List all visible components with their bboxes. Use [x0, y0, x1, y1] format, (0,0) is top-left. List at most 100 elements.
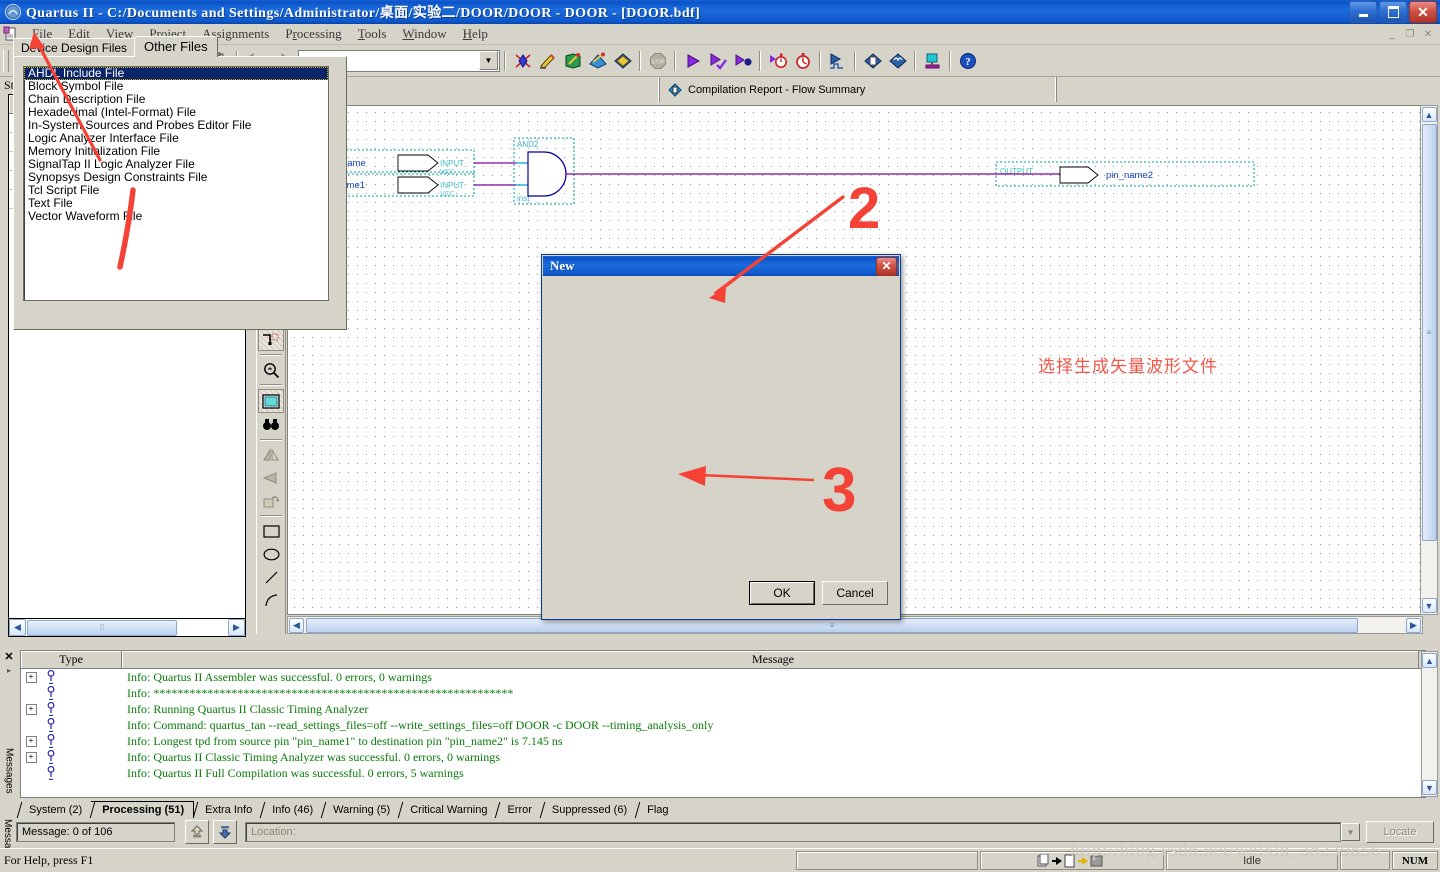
chevron-down-icon[interactable]: ▼	[1341, 823, 1360, 841]
palette-separator	[260, 354, 282, 356]
chevron-right-icon[interactable]: ▸	[7, 666, 11, 675]
flip-horizontal-icon[interactable]	[259, 444, 283, 466]
analyze-synthesis-icon[interactable]	[535, 49, 560, 73]
message-previous-button[interactable]	[185, 820, 209, 844]
chevron-down-icon[interactable]: ▼	[479, 51, 498, 70]
scroll-right-button[interactable]: ▶	[1406, 617, 1421, 633]
tab-error[interactable]: Error	[496, 802, 540, 818]
status-horizontal-scrollbar[interactable]: ◀ ⁞⁞ ▶	[8, 618, 246, 637]
menu-tools[interactable]: Tools	[350, 26, 395, 42]
scrollbar-thumb[interactable]: ⁞⁞	[27, 619, 177, 636]
message-next-button[interactable]	[213, 820, 237, 844]
tab-info[interactable]: Info (46)	[261, 802, 322, 818]
expand-toggle[interactable]: +	[21, 671, 41, 683]
num-lock-indicator: NUM	[1392, 851, 1438, 870]
close-button[interactable]: ✕	[1409, 1, 1437, 23]
minimize-button[interactable]	[1349, 1, 1377, 23]
ok-button[interactable]: OK	[749, 581, 815, 605]
dialog-title: New	[550, 258, 575, 273]
list-item[interactable]: Vector Waveform File	[24, 210, 328, 223]
programmer-icon[interactable]	[610, 49, 635, 73]
flip-vertical-icon[interactable]	[259, 467, 283, 489]
tab-other-files[interactable]: Other Files	[134, 36, 218, 57]
tab-flag[interactable]: Flag	[636, 802, 677, 818]
table-row[interactable]: + Info: Longest tpd from source pin "pin…	[21, 733, 1425, 749]
tab-critical-warning[interactable]: Critical Warning	[399, 802, 496, 818]
tab-suppressed[interactable]: Suppressed (6)	[541, 802, 636, 818]
run-icon[interactable]	[680, 49, 705, 73]
input-label-2: INPUT	[440, 181, 464, 190]
rtl-viewer-icon[interactable]	[860, 49, 885, 73]
tab-compilation-report[interactable]: Compilation Report - Flow Summary	[660, 77, 1057, 102]
status-cell-blank	[796, 851, 978, 870]
scroll-right-button[interactable]: ▶	[228, 619, 245, 636]
tab-warning[interactable]: Warning (5)	[322, 802, 399, 818]
mdi-minimize-button[interactable]: _	[1384, 27, 1400, 41]
menu-window[interactable]: Window	[394, 26, 454, 42]
scroll-left-button[interactable]: ◀	[289, 617, 304, 633]
close-icon[interactable]: ✕	[4, 650, 13, 663]
timing-analyzer-2-icon[interactable]	[790, 49, 815, 73]
start-analysis-icon[interactable]	[585, 49, 610, 73]
technology-viewer-icon[interactable]	[885, 49, 910, 73]
fit-in-window-icon[interactable]	[258, 389, 284, 413]
scroll-up-button[interactable]: ▲	[1421, 107, 1437, 122]
partial-line-icon[interactable]	[258, 327, 284, 351]
help-icon[interactable]: ?	[955, 49, 980, 73]
expand-toggle[interactable]: +	[21, 751, 41, 763]
rotate-icon[interactable]	[259, 490, 283, 512]
line-icon[interactable]	[259, 566, 283, 588]
info-icon	[41, 686, 61, 700]
run-flag-icon[interactable]	[730, 49, 755, 73]
scroll-down-button[interactable]: ▼	[1421, 598, 1437, 613]
expand-toggle[interactable]: +	[21, 735, 41, 747]
canvas-vertical-scrollbar[interactable]: ▲ ≡ ▼	[1420, 105, 1438, 615]
scroll-left-button[interactable]: ◀	[9, 619, 26, 636]
table-row[interactable]: Info: Quartus II Full Compilation was su…	[21, 765, 1425, 781]
mdi-close-button[interactable]: ✕	[1420, 27, 1436, 41]
locate-button[interactable]: Locate	[1366, 821, 1434, 843]
messages-vertical-scrollbar[interactable]: ▲ ▼	[1421, 651, 1438, 797]
rectangle-icon[interactable]	[259, 520, 283, 542]
scroll-up-button[interactable]: ▲	[1422, 653, 1437, 668]
cancel-button[interactable]: Cancel	[822, 581, 888, 605]
table-row[interactable]: Info: **********************************…	[21, 685, 1425, 701]
scroll-down-button[interactable]: ▼	[1422, 780, 1437, 795]
table-row[interactable]: + Info: Quartus II Classic Timing Analyz…	[21, 749, 1425, 765]
expand-toggle[interactable]: +	[21, 703, 41, 715]
find-icon[interactable]	[259, 414, 283, 436]
start-compilation-icon[interactable]	[560, 49, 585, 73]
table-row[interactable]: + Info: Running Quartus II Classic Timin…	[21, 701, 1425, 717]
table-row[interactable]: + Info: Quartus II Assembler was success…	[21, 669, 1425, 685]
dialog-title-bar: New ✕	[543, 256, 899, 276]
menu-help[interactable]: Help	[455, 26, 496, 42]
message-text: Info: Quartus II Full Compilation was su…	[127, 765, 464, 780]
oval-icon[interactable]	[259, 543, 283, 565]
simulation-icon[interactable]	[825, 49, 850, 73]
tab-system[interactable]: System (2)	[18, 802, 91, 818]
table-row[interactable]: Info: Command: quartus_tan --read_settin…	[21, 717, 1425, 733]
svg-text:STOP: STOP	[651, 59, 665, 65]
stop-icon[interactable]: STOP	[645, 49, 670, 73]
timing-analyzer-icon[interactable]	[765, 49, 790, 73]
run-check-icon[interactable]	[705, 49, 730, 73]
scrollbar-thumb[interactable]: ≡	[1421, 124, 1437, 541]
file-type-listbox[interactable]: AHDL Include File Block Symbol File Chai…	[23, 66, 329, 301]
window-title: Quartus II - C:/Documents and Settings/A…	[26, 6, 701, 21]
chip-planner-icon[interactable]	[920, 49, 945, 73]
location-field[interactable]: Location:	[245, 822, 1341, 842]
arc-icon[interactable]	[259, 589, 283, 611]
window-controls: ✕	[1349, 1, 1440, 23]
tab-processing[interactable]: Processing (51)	[91, 801, 195, 818]
message-counter: Message: 0 of 106	[16, 822, 175, 842]
maximize-button[interactable]	[1379, 1, 1407, 23]
toolbar-separator	[759, 50, 761, 71]
messages-dock-gutter: ✕ ▸ Messages	[0, 648, 18, 796]
toolbar-grip[interactable]	[3, 49, 9, 72]
tab-device-design-files[interactable]: Device Design Files	[13, 38, 136, 57]
mdi-restore-button[interactable]: ❐	[1402, 27, 1418, 41]
zoom-tool-icon[interactable]	[259, 359, 283, 381]
compile-icon[interactable]	[510, 49, 535, 73]
dialog-close-button[interactable]: ✕	[876, 256, 897, 276]
tab-extra-info[interactable]: Extra Info	[194, 802, 261, 818]
